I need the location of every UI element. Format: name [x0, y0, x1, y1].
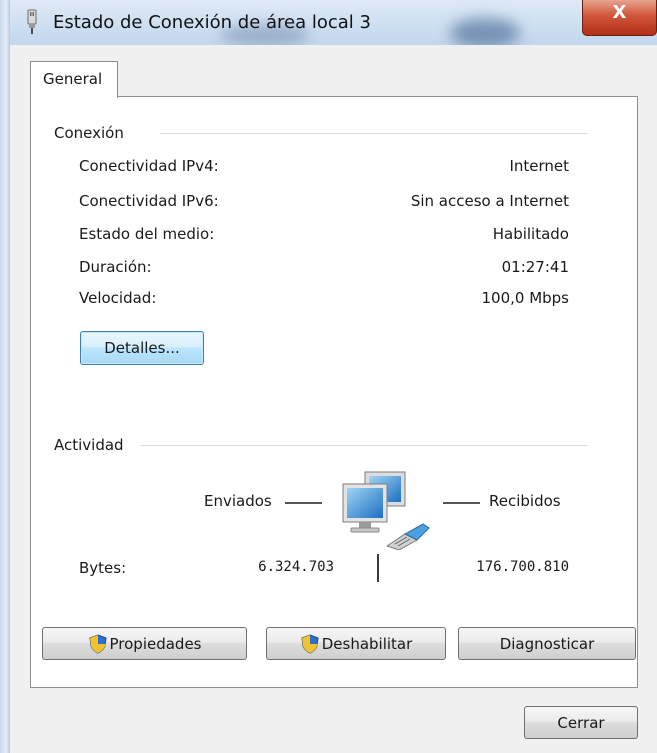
window-title: Estado de Conexión de área local 3	[53, 12, 371, 33]
ipv6-value: Sin acceso a Internet	[410, 192, 569, 210]
disable-button-label: Deshabilitar	[321, 634, 413, 653]
duration-value: 01:27:41	[501, 258, 569, 276]
uac-shield-icon	[88, 633, 107, 654]
tab-general[interactable]: General	[30, 61, 118, 98]
ipv4-value: Internet	[509, 157, 569, 175]
diagnose-button-label: Diagnosticar	[499, 634, 595, 653]
window-frame-left	[0, 0, 10, 753]
activity-group-divider	[140, 445, 588, 446]
close-button-label: Cerrar	[557, 713, 605, 732]
activity-group-heading: Actividad	[54, 436, 124, 454]
media-state-label: Estado del medio:	[79, 225, 215, 243]
bytes-sent-value: 6.324.703	[258, 559, 334, 575]
tab-panel-general	[30, 96, 638, 688]
ipv6-label: Conectividad IPv6:	[79, 192, 219, 210]
bytes-label: Bytes:	[79, 559, 127, 577]
duration-label: Duración:	[79, 258, 152, 276]
connection-group-heading: Conexión	[54, 124, 124, 142]
properties-button[interactable]: Propiedades	[42, 627, 247, 660]
bytes-separator	[377, 554, 379, 582]
title-bar[interactable]: Estado de Conexión de área local 3	[10, 0, 657, 48]
connection-group-divider	[160, 133, 588, 134]
disable-button[interactable]: Deshabilitar	[266, 627, 446, 660]
network-adapter-icon	[27, 9, 37, 34]
speed-label: Velocidad:	[79, 289, 157, 307]
received-connector-line	[443, 502, 480, 504]
close-window-button[interactable]: X	[582, 0, 657, 36]
received-label: Recibidos	[489, 492, 561, 510]
diagnose-button[interactable]: Diagnosticar	[458, 627, 636, 660]
ipv4-label: Conectividad IPv4:	[79, 157, 219, 175]
close-button[interactable]: Cerrar	[524, 706, 638, 739]
sent-connector-line	[285, 502, 322, 504]
properties-button-label: Propiedades	[109, 634, 202, 653]
sent-label: Enviados	[204, 492, 272, 510]
speed-value: 100,0 Mbps	[481, 289, 569, 307]
details-button-label: Detalles...	[104, 339, 180, 357]
bytes-received-value: 176.700.810	[476, 559, 569, 575]
uac-shield-icon	[301, 633, 319, 654]
media-state-value: Habilitado	[492, 225, 569, 243]
network-computers-icon	[342, 471, 430, 550]
details-button[interactable]: Detalles...	[80, 331, 204, 365]
